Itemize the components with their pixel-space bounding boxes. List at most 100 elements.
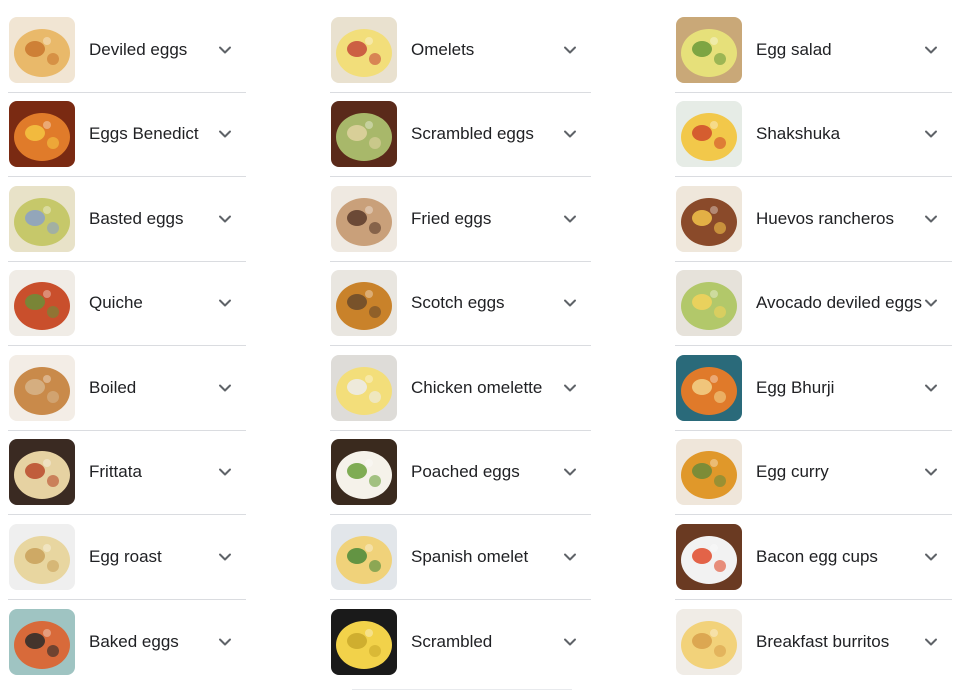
chevron-down-icon[interactable] bbox=[563, 635, 577, 649]
recipe-label: Bacon egg cups bbox=[756, 546, 878, 566]
list-item[interactable]: Huevos rancheros bbox=[675, 177, 952, 262]
recipe-thumbnail bbox=[9, 608, 75, 675]
recipe-label: Boiled bbox=[89, 377, 137, 397]
recipe-label: Breakfast burritos bbox=[756, 631, 890, 651]
chevron-down-icon[interactable] bbox=[218, 43, 232, 57]
list-item[interactable]: Breakfast burritos bbox=[675, 600, 952, 685]
recipe-label: Scrambled eggs bbox=[411, 124, 534, 144]
list-item[interactable]: Basted eggs bbox=[8, 177, 246, 262]
recipe-thumbnail bbox=[676, 439, 742, 506]
chevron-down-icon[interactable] bbox=[218, 127, 232, 141]
chevron-down-icon[interactable] bbox=[563, 465, 577, 479]
recipe-thumbnail bbox=[331, 270, 397, 337]
list-item[interactable]: Eggs Benedict bbox=[8, 93, 246, 177]
recipe-thumbnail bbox=[9, 439, 75, 506]
recipe-thumbnail bbox=[331, 185, 397, 252]
recipe-thumbnail bbox=[676, 101, 742, 168]
recipe-label: Scrambled bbox=[411, 631, 493, 651]
recipe-thumbnail bbox=[9, 354, 75, 421]
recipe-thumbnail bbox=[676, 270, 742, 337]
chevron-down-icon[interactable] bbox=[924, 550, 938, 564]
recipe-label: Basted eggs bbox=[89, 208, 184, 228]
chevron-down-icon[interactable] bbox=[924, 296, 938, 310]
recipe-thumbnail bbox=[9, 523, 75, 590]
chevron-down-icon[interactable] bbox=[218, 212, 232, 226]
list-item[interactable]: Deviled eggs bbox=[8, 8, 246, 93]
list-item[interactable]: Egg salad bbox=[675, 8, 952, 93]
recipe-label: Baked eggs bbox=[89, 631, 179, 651]
recipe-thumbnail bbox=[9, 270, 75, 337]
chevron-down-icon[interactable] bbox=[924, 212, 938, 226]
recipe-label: Avocado deviled eggs bbox=[756, 293, 923, 313]
recipe-label: Frittata bbox=[89, 462, 142, 482]
chevron-down-icon[interactable] bbox=[924, 127, 938, 141]
recipe-thumbnail bbox=[331, 439, 397, 506]
list-item[interactable]: Baked eggs bbox=[8, 600, 246, 685]
chevron-down-icon[interactable] bbox=[563, 43, 577, 57]
recipe-thumbnail bbox=[9, 101, 75, 168]
list-item[interactable]: Shakshuka bbox=[675, 93, 952, 177]
recipe-label: Omelets bbox=[411, 39, 475, 59]
list-item[interactable]: Boiled bbox=[8, 346, 246, 431]
recipe-thumbnail bbox=[676, 608, 742, 675]
recipe-thumbnail bbox=[676, 523, 742, 590]
recipe-label: Egg roast bbox=[89, 546, 162, 566]
recipe-thumbnail bbox=[331, 523, 397, 590]
list-item[interactable]: Chicken omelette bbox=[330, 346, 591, 431]
recipe-label: Egg curry bbox=[756, 462, 829, 482]
recipe-column-2: Omelets Scrambled eggs Fried eggs Scotch eg… bbox=[330, 8, 591, 684]
chevron-down-icon[interactable] bbox=[924, 381, 938, 395]
list-item[interactable]: Frittata bbox=[8, 431, 246, 515]
list-item[interactable]: Egg curry bbox=[675, 431, 952, 515]
chevron-down-icon[interactable] bbox=[924, 43, 938, 57]
recipe-label: Deviled eggs bbox=[89, 39, 188, 59]
recipe-thumbnail bbox=[676, 16, 742, 83]
recipe-column-3: Egg salad Shakshuka Huevos rancheros Avocad… bbox=[675, 8, 952, 684]
list-item[interactable]: Egg roast bbox=[8, 515, 246, 600]
list-item[interactable]: Spanish omelet bbox=[330, 515, 591, 600]
recipe-thumbnail bbox=[331, 16, 397, 83]
chevron-down-icon[interactable] bbox=[218, 296, 232, 310]
list-item[interactable]: Scotch eggs bbox=[330, 262, 591, 346]
list-item[interactable]: Omelets bbox=[330, 8, 591, 93]
chevron-down-icon[interactable] bbox=[218, 635, 232, 649]
recipe-thumbnail bbox=[331, 354, 397, 421]
chevron-down-icon[interactable] bbox=[924, 635, 938, 649]
chevron-down-icon[interactable] bbox=[924, 465, 938, 479]
chevron-down-icon[interactable] bbox=[563, 381, 577, 395]
chevron-down-icon[interactable] bbox=[563, 296, 577, 310]
list-item[interactable]: Quiche bbox=[8, 262, 246, 346]
list-item[interactable]: Poached eggs bbox=[330, 431, 591, 515]
recipe-label: Quiche bbox=[89, 293, 143, 313]
recipe-thumbnail bbox=[9, 185, 75, 252]
recipe-label: Eggs Benedict bbox=[89, 124, 199, 144]
chevron-down-icon[interactable] bbox=[563, 212, 577, 226]
recipe-label: Shakshuka bbox=[756, 124, 841, 144]
recipe-label: Huevos rancheros bbox=[756, 208, 894, 228]
recipe-thumbnail bbox=[331, 101, 397, 168]
recipe-label: Poached eggs bbox=[411, 462, 520, 482]
list-item[interactable]: Avocado deviled eggs bbox=[675, 262, 952, 346]
chevron-down-icon[interactable] bbox=[218, 550, 232, 564]
recipe-label: Scotch eggs bbox=[411, 293, 505, 313]
recipe-label: Fried eggs bbox=[411, 208, 492, 228]
list-footer-divider bbox=[352, 689, 572, 690]
recipe-thumbnail bbox=[9, 16, 75, 83]
recipe-thumbnail bbox=[331, 608, 397, 675]
recipe-label: Spanish omelet bbox=[411, 546, 529, 566]
recipe-label: Egg salad bbox=[756, 39, 832, 59]
recipe-column-1: Deviled eggs Eggs Benedict Basted eggs Quic… bbox=[8, 8, 246, 684]
recipe-thumbnail bbox=[676, 185, 742, 252]
list-item[interactable]: Bacon egg cups bbox=[675, 515, 952, 600]
recipe-label: Egg Bhurji bbox=[756, 377, 835, 397]
chevron-down-icon[interactable] bbox=[218, 381, 232, 395]
list-item[interactable]: Fried eggs bbox=[330, 177, 591, 262]
chevron-down-icon[interactable] bbox=[218, 465, 232, 479]
list-item[interactable]: Scrambled bbox=[330, 600, 591, 685]
chevron-down-icon[interactable] bbox=[563, 127, 577, 141]
recipe-thumbnail bbox=[676, 354, 742, 421]
list-item[interactable]: Scrambled eggs bbox=[330, 93, 591, 177]
recipe-label: Chicken omelette bbox=[411, 377, 543, 397]
list-item[interactable]: Egg Bhurji bbox=[675, 346, 952, 431]
chevron-down-icon[interactable] bbox=[563, 550, 577, 564]
